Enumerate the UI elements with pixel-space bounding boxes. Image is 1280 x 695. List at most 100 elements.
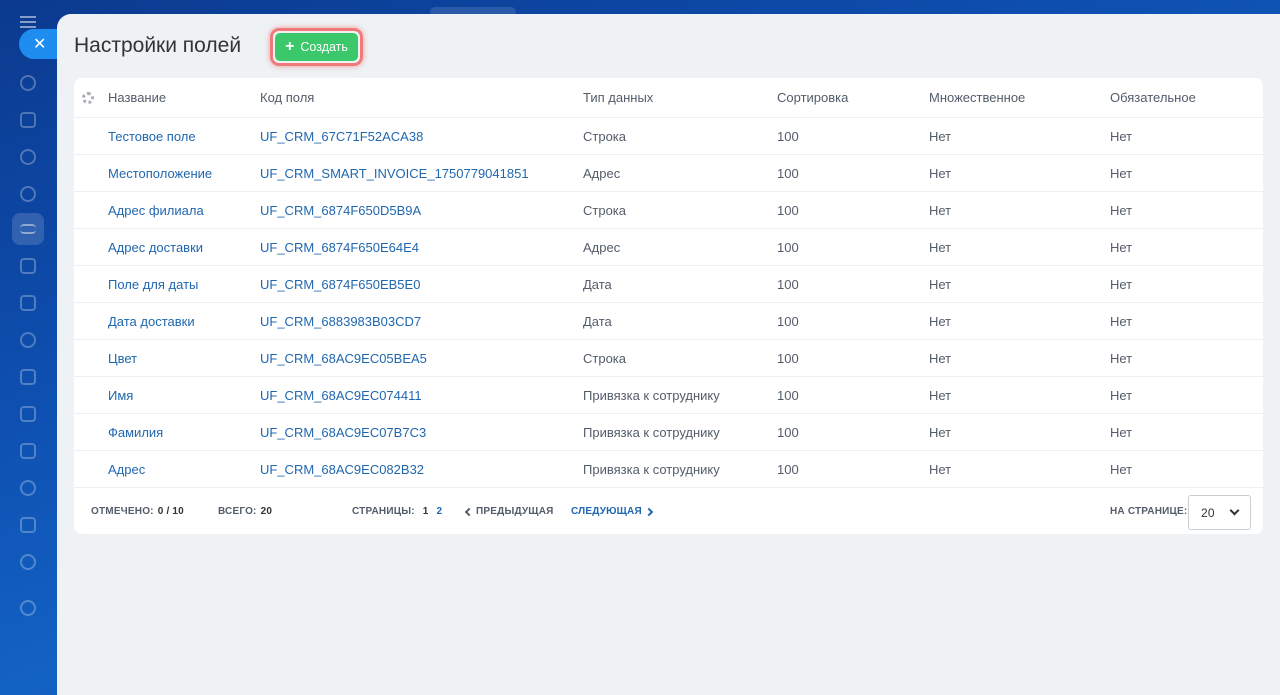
chevron-left-icon <box>464 507 474 516</box>
field-name-link[interactable]: Местоположение <box>108 155 212 191</box>
field-type: Дата <box>583 276 612 292</box>
field-required: Нет <box>1110 313 1133 329</box>
selected-label: ОТМЕЧЕНО: <box>91 506 154 517</box>
field-name-link[interactable]: Цвет <box>108 340 137 376</box>
next-page-label: СЛЕДУЮЩАЯ <box>571 506 642 517</box>
table-row[interactable]: Адрес филиала UF_CRM_6874F650D5B9A Строка 1… <box>74 192 1263 229</box>
page-current: 1 <box>422 506 429 517</box>
sidebar-icon-7[interactable] <box>12 287 44 319</box>
field-type: Привязка к сотруднику <box>583 387 720 403</box>
field-required: Нет <box>1110 350 1133 366</box>
gear-icon[interactable] <box>82 92 94 104</box>
field-required: Нет <box>1110 461 1133 477</box>
table-row[interactable]: Поле для даты UF_CRM_6874F650EB5E0 Дата 100… <box>74 266 1263 303</box>
column-header-code[interactable]: Код поля <box>260 78 314 117</box>
table-row[interactable]: Местоположение UF_CRM_SMART_INVOICE_17507… <box>74 155 1263 192</box>
sidebar-icon-2[interactable] <box>12 104 44 136</box>
field-code-link[interactable]: UF_CRM_6874F650E64E4 <box>260 229 419 265</box>
column-header-type[interactable]: Тип данных <box>583 78 653 117</box>
sidebar-icon-8[interactable] <box>12 324 44 356</box>
sidebar-icon-10[interactable] <box>12 398 44 430</box>
page-title: Настройки полей <box>74 34 242 57</box>
create-button-highlight: + Создать <box>270 28 363 66</box>
field-code-link[interactable]: UF_CRM_68AC9EC074411 <box>260 377 422 413</box>
prev-page-link[interactable]: ПРЕДЫДУЩАЯ <box>464 489 554 534</box>
close-slider-button[interactable]: ✕ <box>19 29 61 59</box>
sidebar-icon-13[interactable] <box>12 509 44 541</box>
sidebar-icon-1[interactable] <box>12 67 44 99</box>
field-type: Дата <box>583 313 612 329</box>
field-type: Привязка к сотруднику <box>583 461 720 477</box>
field-code-link[interactable]: UF_CRM_SMART_INVOICE_1750779041851 <box>260 155 529 191</box>
chevron-down-icon <box>1229 505 1240 516</box>
column-header-name[interactable]: Название <box>108 78 166 117</box>
field-name-link[interactable]: Тестовое поле <box>108 118 196 154</box>
field-name-link[interactable]: Дата доставки <box>108 303 195 339</box>
field-name-link[interactable]: Фамилия <box>108 414 163 450</box>
field-name-link[interactable]: Адрес доставки <box>108 229 203 265</box>
chevron-right-icon <box>644 507 654 516</box>
per-page-label: НА СТРАНИЦЕ: <box>1110 506 1188 517</box>
field-name-link[interactable]: Имя <box>108 377 133 413</box>
field-sort: 100 <box>777 202 799 218</box>
field-code-link[interactable]: UF_CRM_6883983B03CD7 <box>260 303 421 339</box>
prev-page-label: ПРЕДЫДУЩАЯ <box>476 506 554 517</box>
sidebar-icon-4[interactable] <box>12 178 44 210</box>
field-multiple: Нет <box>929 128 952 144</box>
field-required: Нет <box>1110 239 1133 255</box>
table-row[interactable]: Имя UF_CRM_68AC9EC074411 Привязка к сотруд… <box>74 377 1263 414</box>
field-sort: 100 <box>777 128 799 144</box>
plus-icon: + <box>285 38 295 55</box>
field-code-link[interactable]: UF_CRM_68AC9EC05BEA5 <box>260 340 427 376</box>
sidebar-icon-14[interactable] <box>12 546 44 578</box>
sidebar-icon-3[interactable] <box>12 141 44 173</box>
field-required: Нет <box>1110 202 1133 218</box>
page-link-2[interactable]: 2 <box>437 506 443 517</box>
field-sort: 100 <box>777 350 799 366</box>
field-multiple: Нет <box>929 313 952 329</box>
table-row[interactable]: Тестовое поле UF_CRM_67C71F52ACA38 Строка 1… <box>74 118 1263 155</box>
column-header-sort[interactable]: Сортировка <box>777 78 848 117</box>
fields-table: Название Код поля Тип данных Сортировка … <box>74 78 1263 534</box>
sidebar-icon-11[interactable] <box>12 435 44 467</box>
per-page-select[interactable]: 20 <box>1188 495 1251 530</box>
column-header-required[interactable]: Обязательное <box>1110 78 1196 117</box>
field-multiple: Нет <box>929 165 952 181</box>
field-name-link[interactable]: Поле для даты <box>108 266 198 302</box>
sidebar-icon-9[interactable] <box>12 361 44 393</box>
field-required: Нет <box>1110 387 1133 403</box>
field-name-link[interactable]: Адрес филиала <box>108 192 204 228</box>
table-row[interactable]: Дата доставки UF_CRM_6883983B03CD7 Дата 100… <box>74 303 1263 340</box>
sidebar-icon-crm-active[interactable] <box>12 213 44 245</box>
create-button[interactable]: + Создать <box>275 33 358 61</box>
field-multiple: Нет <box>929 350 952 366</box>
field-code-link[interactable]: UF_CRM_6874F650EB5E0 <box>260 266 420 302</box>
table-row[interactable]: Цвет UF_CRM_68AC9EC05BEA5 Строка 100 Нет Нет <box>74 340 1263 377</box>
sidebar-icon-6[interactable] <box>12 250 44 282</box>
field-sort: 100 <box>777 387 799 403</box>
field-sort: 100 <box>777 424 799 440</box>
field-type: Строка <box>583 350 627 366</box>
field-name-link[interactable]: Адрес <box>108 451 145 487</box>
field-required: Нет <box>1110 128 1133 144</box>
column-header-multiple[interactable]: Множественное <box>929 78 1025 117</box>
field-multiple: Нет <box>929 202 952 218</box>
table-row[interactable]: Фамилия UF_CRM_68AC9EC07B7C3 Привязка к со… <box>74 414 1263 451</box>
table-row[interactable]: Адрес UF_CRM_68AC9EC082B32 Привязка к сотр… <box>74 451 1263 488</box>
settings-icon[interactable] <box>12 592 44 624</box>
field-code-link[interactable]: UF_CRM_67C71F52ACA38 <box>260 118 423 154</box>
pages-label: СТРАНИЦЫ: <box>352 506 415 517</box>
field-multiple: Нет <box>929 461 952 477</box>
sidebar-icon-12[interactable] <box>12 472 44 504</box>
table-row[interactable]: Адрес доставки UF_CRM_6874F650E64E4 Адрес 1… <box>74 229 1263 266</box>
field-code-link[interactable]: UF_CRM_6874F650D5B9A <box>260 192 421 228</box>
field-type: Привязка к сотруднику <box>583 424 720 440</box>
field-sort: 100 <box>777 313 799 329</box>
field-required: Нет <box>1110 165 1133 181</box>
next-page-link[interactable]: СЛЕДУЮЩАЯ <box>571 489 654 534</box>
menu-icon[interactable] <box>20 16 36 28</box>
field-code-link[interactable]: UF_CRM_68AC9EC07B7C3 <box>260 414 426 450</box>
field-type: Адрес <box>583 239 621 255</box>
field-code-link[interactable]: UF_CRM_68AC9EC082B32 <box>260 451 424 487</box>
field-type: Адрес <box>583 165 621 181</box>
